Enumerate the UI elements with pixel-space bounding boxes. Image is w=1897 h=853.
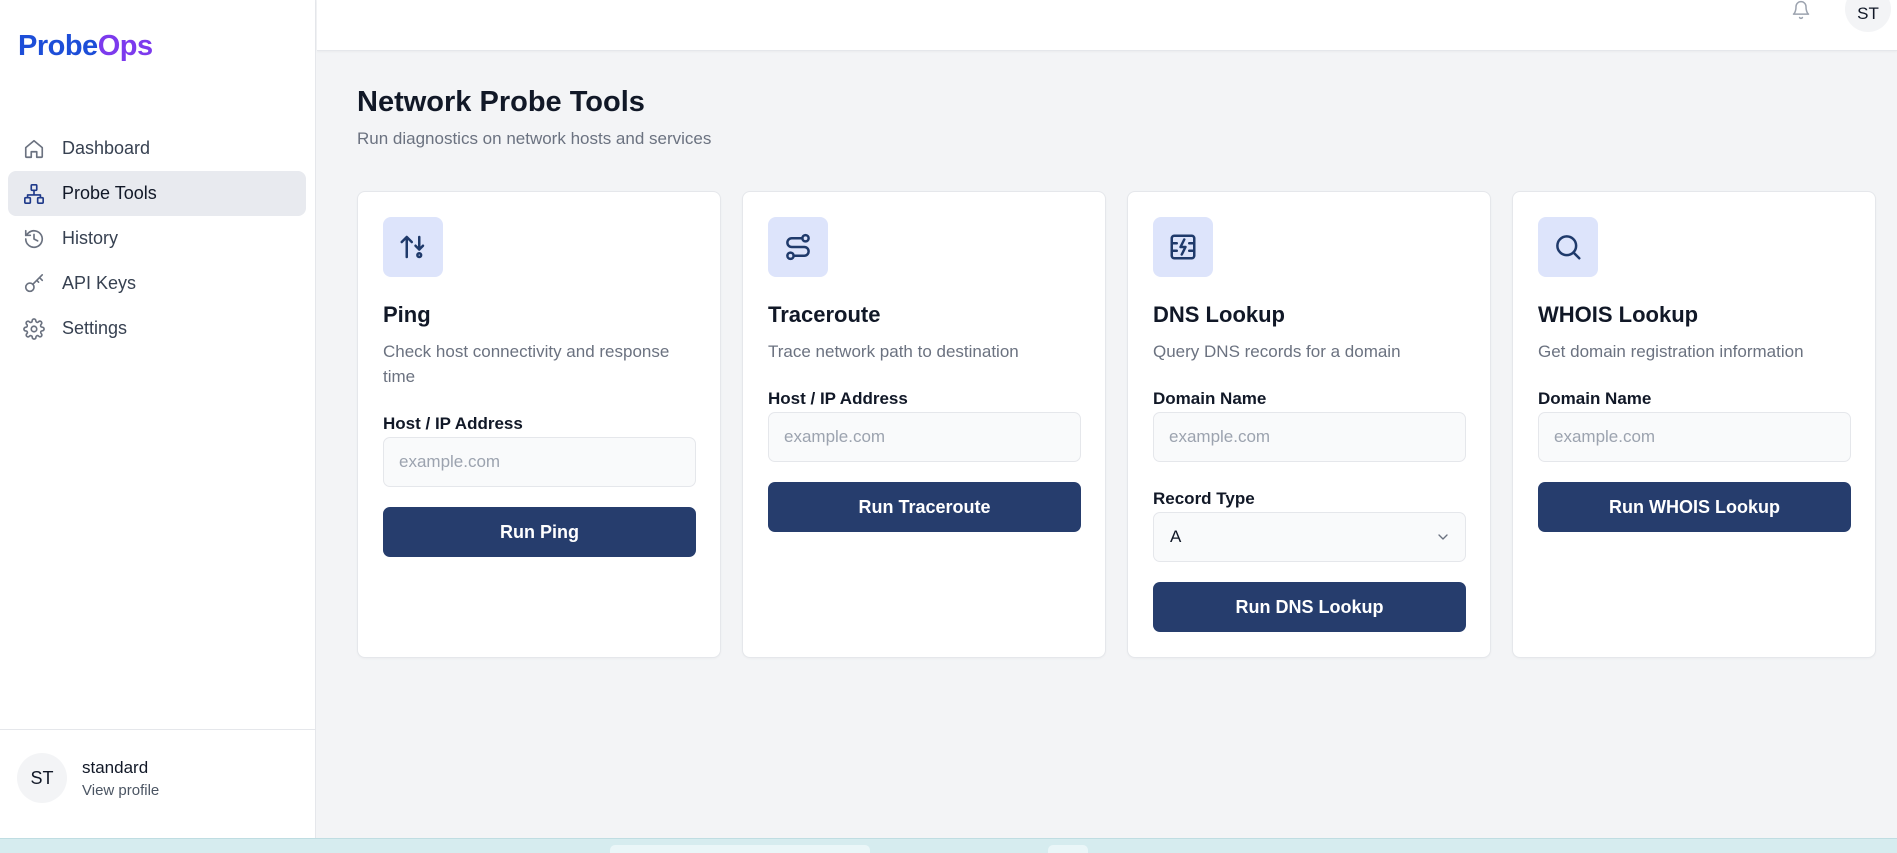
record-type-label: Record Type bbox=[1153, 489, 1255, 508]
sidebar-nav: Dashboard Probe Tools History API Keys S… bbox=[8, 126, 306, 351]
app-logo[interactable]: ProbeOps bbox=[18, 30, 153, 63]
card-description: Query DNS records for a domain bbox=[1153, 342, 1401, 361]
os-taskbar bbox=[0, 838, 1897, 853]
traceroute-card: Traceroute Trace network path to destina… bbox=[742, 191, 1106, 658]
key-icon bbox=[22, 272, 46, 296]
card-description: Get domain registration information bbox=[1538, 342, 1804, 361]
sidebar-item-dashboard[interactable]: Dashboard bbox=[8, 126, 306, 171]
sidebar-item-label: Dashboard bbox=[62, 138, 151, 158]
ping-card: Ping Check host connectivity and respons… bbox=[357, 191, 721, 658]
card-title: Traceroute bbox=[768, 302, 881, 327]
domain-field-label: Domain Name bbox=[1538, 389, 1652, 408]
card-description: Trace network path to destination bbox=[768, 342, 1019, 361]
page-title: Network Probe Tools bbox=[357, 86, 645, 118]
record-type-value: A bbox=[1170, 527, 1182, 546]
sidebar: ProbeOps Dashboard Probe Tools History A… bbox=[0, 0, 316, 838]
sidebar-item-history[interactable]: History bbox=[8, 216, 306, 261]
taskbar-item[interactable] bbox=[610, 845, 870, 853]
dns-domain-input[interactable] bbox=[1153, 412, 1466, 462]
home-icon bbox=[22, 137, 46, 161]
route-icon bbox=[768, 217, 828, 277]
card-title: WHOIS Lookup bbox=[1538, 302, 1699, 327]
gear-icon bbox=[22, 317, 46, 341]
card-title: DNS Lookup bbox=[1153, 302, 1285, 327]
sidebar-user-panel: ST standard View profile bbox=[0, 729, 316, 838]
sidebar-item-settings[interactable]: Settings bbox=[8, 306, 306, 351]
domain-field-label: Domain Name bbox=[1153, 389, 1267, 408]
host-field-label: Host / IP Address bbox=[768, 389, 908, 408]
page-subtitle: Run diagnostics on network hosts and ser… bbox=[357, 129, 712, 148]
chevron-down-icon bbox=[1435, 529, 1451, 545]
bell-icon[interactable] bbox=[1791, 0, 1813, 22]
record-type-select[interactable]: A bbox=[1153, 512, 1466, 562]
sidebar-item-label: API Keys bbox=[62, 273, 137, 293]
sidebar-item-label: Probe Tools bbox=[62, 183, 157, 203]
sidebar-item-api-keys[interactable]: API Keys bbox=[8, 261, 306, 306]
sidebar-item-label: History bbox=[62, 228, 119, 248]
run-ping-button[interactable]: Run Ping bbox=[383, 507, 696, 557]
card-title: Ping bbox=[383, 302, 431, 327]
server-icon bbox=[1153, 217, 1213, 277]
arrows-up-down-icon bbox=[383, 217, 443, 277]
sidebar-item-probe-tools[interactable]: Probe Tools bbox=[8, 171, 306, 216]
taskbar-item[interactable] bbox=[1048, 845, 1088, 853]
host-field-label: Host / IP Address bbox=[383, 414, 523, 433]
dns-lookup-card: DNS Lookup Query DNS records for a domai… bbox=[1127, 191, 1491, 658]
top-bar: ST bbox=[317, 0, 1897, 51]
whois-domain-input[interactable] bbox=[1538, 412, 1851, 462]
avatar[interactable]: ST bbox=[17, 753, 67, 803]
search-icon bbox=[1538, 217, 1598, 277]
run-whois-lookup-button[interactable]: Run WHOIS Lookup bbox=[1538, 482, 1851, 532]
sidebar-item-label: Settings bbox=[62, 318, 128, 338]
whois-lookup-card: WHOIS Lookup Get domain registration inf… bbox=[1512, 191, 1876, 658]
view-profile-link[interactable]: View profile bbox=[82, 782, 159, 799]
ping-host-input[interactable] bbox=[383, 437, 696, 487]
logo-text-ops: Ops bbox=[97, 30, 153, 62]
logo-text-probe: Probe bbox=[18, 30, 98, 62]
user-avatar-button[interactable]: ST bbox=[1845, 0, 1891, 32]
network-icon bbox=[22, 182, 46, 206]
traceroute-host-input[interactable] bbox=[768, 412, 1081, 462]
run-traceroute-button[interactable]: Run Traceroute bbox=[768, 482, 1081, 532]
user-name: standard bbox=[82, 758, 149, 777]
run-dns-lookup-button[interactable]: Run DNS Lookup bbox=[1153, 582, 1466, 632]
history-icon bbox=[22, 227, 46, 251]
card-description: Check host connectivity and response tim… bbox=[383, 342, 670, 386]
